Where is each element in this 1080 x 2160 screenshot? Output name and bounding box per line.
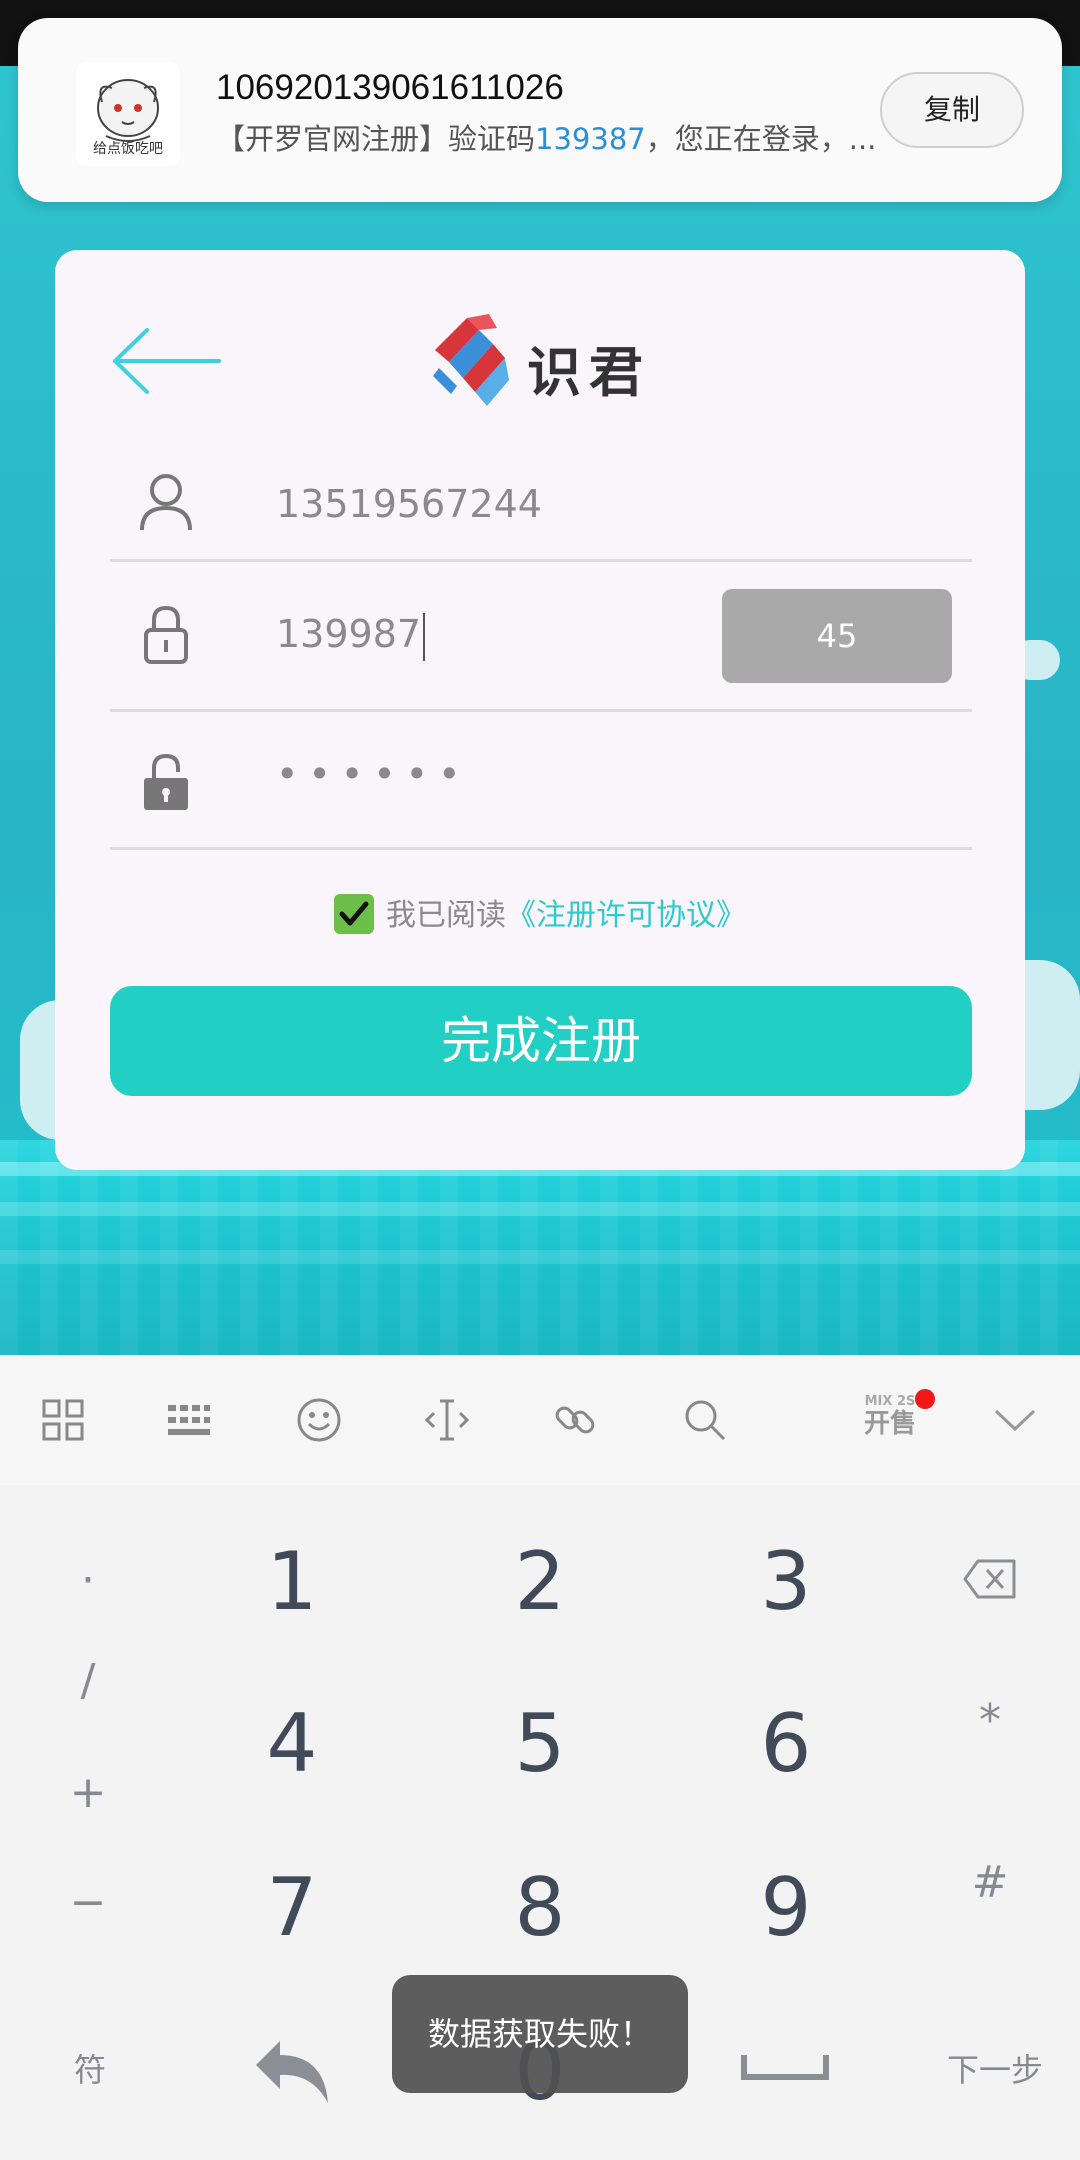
key-2[interactable]: 2: [440, 1535, 640, 1628]
chevron-down-icon[interactable]: [992, 1397, 1038, 1443]
complete-register-button[interactable]: 完成注册: [110, 986, 972, 1096]
message-suffix: ，您正在登录，...: [645, 122, 876, 156]
wave: [0, 1202, 1080, 1216]
promo-small-text: MIX 2S: [864, 1394, 916, 1409]
back-arrow-icon[interactable]: [107, 324, 225, 398]
verification-code: 139387: [535, 122, 646, 156]
sender-avatar: 给点饭吃吧: [76, 62, 180, 166]
key-9[interactable]: 9: [686, 1861, 886, 1954]
key-4[interactable]: 4: [192, 1697, 392, 1790]
lock-icon: [144, 605, 188, 664]
keyboard-toolbar: MIX 2S 开售: [0, 1355, 1080, 1485]
register-card: 识君 13519567244 139987 45 •••••• 我已阅读《注册许…: [55, 250, 1025, 1170]
password-input[interactable]: ••••••: [276, 752, 470, 796]
wave: [0, 1250, 1080, 1264]
link-icon[interactable]: [552, 1397, 598, 1443]
padlock-icon: [144, 753, 188, 810]
agree-text: 我已阅读: [386, 898, 506, 933]
key-1[interactable]: 1: [192, 1535, 392, 1628]
divider: [110, 847, 972, 850]
agree-checkbox[interactable]: [334, 893, 374, 934]
key-3[interactable]: 3: [686, 1535, 886, 1628]
agreement-link[interactable]: 《注册许可协议》: [506, 898, 746, 933]
phone-row[interactable]: 13519567244: [110, 450, 972, 562]
notification-message: 【开罗官网注册】验证码139387，您正在登录，...: [216, 116, 876, 158]
code-input-value: 139987: [276, 612, 422, 656]
next-step-key[interactable]: 下一步: [930, 2045, 1060, 2091]
logo-mark-icon: [433, 314, 509, 406]
sms-notification[interactable]: 给点饭吃吧 106920139061611026 【开罗官网注册】验证码1393…: [18, 18, 1062, 202]
copy-button[interactable]: 复制: [880, 72, 1024, 148]
checkmark-icon: [339, 901, 369, 925]
grid-menu-icon[interactable]: [40, 1397, 86, 1443]
key-6[interactable]: 6: [686, 1697, 886, 1790]
agreement: 我已阅读《注册许可协议》: [55, 890, 1025, 937]
key-hash[interactable]: #: [950, 1857, 1030, 1908]
phone-input[interactable]: 13519567244: [276, 482, 542, 526]
message-prefix: 【开罗官网注册】验证码: [216, 122, 536, 156]
cursor-move-icon[interactable]: [424, 1397, 470, 1443]
space-key-icon[interactable]: [740, 2051, 830, 2083]
user-icon: [140, 474, 192, 531]
key-7[interactable]: 7: [192, 1861, 392, 1954]
emoji-icon[interactable]: [296, 1397, 342, 1443]
sea: [0, 1140, 1080, 1355]
key-dot[interactable]: ·: [48, 1555, 128, 1606]
keyboard-layout-icon[interactable]: [166, 1397, 212, 1443]
symbol-key[interactable]: 符: [50, 2045, 130, 2091]
key-plus[interactable]: +: [48, 1767, 128, 1818]
notification-sender: 106920139061611026: [216, 68, 564, 107]
undo-icon[interactable]: [250, 2033, 336, 2109]
key-minus[interactable]: −: [48, 1877, 128, 1928]
promo-badge[interactable]: MIX 2S 开售: [862, 1394, 918, 1440]
backspace-icon[interactable]: [962, 1557, 1018, 1601]
search-icon[interactable]: [682, 1397, 728, 1443]
logo-text: 识君: [527, 341, 651, 404]
app-logo: 识君: [427, 310, 657, 410]
avatar-caption: 给点饭吃吧: [93, 141, 163, 157]
key-5[interactable]: 5: [440, 1697, 640, 1790]
notification-dot: [915, 1389, 935, 1409]
resend-countdown-button[interactable]: 45: [722, 589, 952, 683]
key-slash[interactable]: /: [48, 1655, 128, 1706]
text-cursor: [423, 612, 426, 661]
key-asterisk[interactable]: *: [950, 1695, 1030, 1746]
error-toast: 数据获取失败！: [392, 1975, 688, 2093]
code-input[interactable]: 139987: [276, 612, 426, 661]
key-8[interactable]: 8: [440, 1861, 640, 1954]
password-row[interactable]: ••••••: [110, 712, 972, 850]
promo-big-text: 开售: [863, 1409, 916, 1439]
